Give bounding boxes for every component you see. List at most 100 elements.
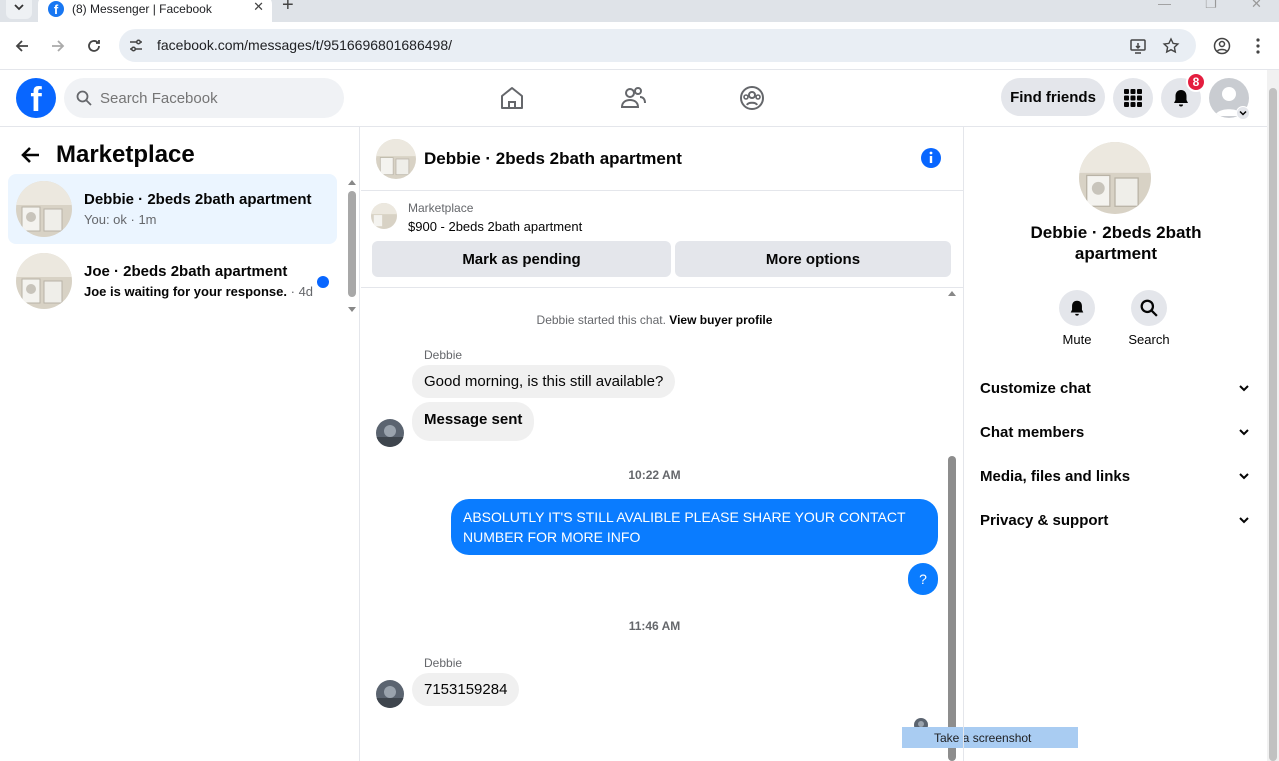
scroll-up-icon[interactable] <box>946 290 958 298</box>
back-icon[interactable] <box>12 36 32 56</box>
notification-count-badge: 8 <box>1186 72 1206 92</box>
window-close-icon[interactable]: ✕ <box>1251 0 1262 12</box>
conversation-list-scroll-thumb[interactable] <box>348 191 356 297</box>
conversation-item[interactable]: Debbie · 2beds 2bath apartment You: ok ·… <box>8 174 337 244</box>
search-in-chat-button[interactable]: Search <box>1119 290 1179 347</box>
tab-close-icon[interactable]: ✕ <box>253 0 264 15</box>
panel-title: Marketplace <box>56 141 195 168</box>
privacy-support-section[interactable]: Privacy & support <box>972 500 1260 540</box>
chat-scroll-thumb[interactable] <box>948 456 956 761</box>
search-button-circle[interactable] <box>1131 290 1167 326</box>
grid-icon <box>1124 89 1142 107</box>
chat-started-notice: Debbie started this chat. View buyer pro… <box>361 313 948 327</box>
profile-icon[interactable] <box>1212 36 1232 56</box>
listing-thumbnail <box>16 181 72 237</box>
contact-avatar[interactable] <box>1079 142 1151 214</box>
conversation-item[interactable]: Joe · 2beds 2bath apartment Joe is waiti… <box>8 246 337 316</box>
facebook-logo[interactable]: f <box>16 78 56 118</box>
home-icon[interactable] <box>498 84 526 112</box>
conversation-preview-text: Joe is waiting for your response. <box>84 284 287 299</box>
message-sender: Debbie <box>424 348 463 362</box>
conversation-list-panel: Marketplace Debbie · 2beds 2bath apartme… <box>0 127 360 761</box>
info-icon[interactable] <box>920 147 942 169</box>
facebook-logo-letter: f <box>30 81 42 118</box>
conversation-time: · 4d <box>290 284 314 299</box>
new-tab-icon[interactable]: + <box>282 0 294 17</box>
section-label: Chat members <box>980 423 1085 441</box>
sender-avatar[interactable] <box>376 680 404 708</box>
minimize-icon[interactable]: — <box>1158 0 1171 11</box>
page-scrollbar-thumb[interactable] <box>1269 88 1277 761</box>
browser-tab[interactable]: f (8) Messenger | Facebook ✕ <box>38 0 272 22</box>
search-facebook-box[interactable] <box>64 78 344 118</box>
back-arrow-icon[interactable] <box>20 144 42 166</box>
reload-icon[interactable] <box>84 36 104 56</box>
incoming-message[interactable]: 7153159284 <box>412 673 520 706</box>
browser-menu-icon[interactable] <box>1248 36 1268 56</box>
left-header: Marketplace <box>20 141 195 169</box>
forward-icon[interactable] <box>48 36 68 56</box>
chat-members-section[interactable]: Chat members <box>972 412 1260 452</box>
restore-icon[interactable]: ❐ <box>1205 0 1217 12</box>
contact-name: Debbie · 2beds 2bath apartment <box>1030 223 1202 263</box>
customize-chat-section[interactable]: Customize chat <box>972 368 1260 408</box>
mute-button[interactable]: Mute <box>1047 290 1107 347</box>
outgoing-message[interactable]: ? <box>908 563 938 595</box>
message-sender: Debbie <box>424 656 463 670</box>
mute-label: Mute <box>1062 332 1092 347</box>
media-files-links-section[interactable]: Media, files and links <box>972 456 1260 496</box>
search-icon <box>76 90 92 106</box>
bookmark-star-icon[interactable] <box>1162 37 1180 55</box>
chat-avatar[interactable] <box>376 138 416 179</box>
conversation-preview: Joe is waiting for your response. · 4d <box>84 284 313 299</box>
chat-panel: Debbie · 2beds 2bath apartment Marketpla… <box>361 127 1078 761</box>
bell-icon <box>1174 90 1188 107</box>
chat-title[interactable]: Debbie · 2beds 2bath apartment <box>424 149 682 169</box>
find-friends-button[interactable]: Find friends <box>1001 78 1105 116</box>
chat-scrollbar[interactable] <box>946 290 958 761</box>
scroll-down-icon[interactable] <box>347 305 357 313</box>
conversation-name: Joe · 2beds 2bath apartment <box>84 263 288 280</box>
marketplace-listing-bar: Marketplace $900 - 2beds 2bath apartment… <box>361 191 963 288</box>
unread-indicator <box>317 276 329 288</box>
search-facebook-input[interactable] <box>100 89 320 107</box>
url-text: facebook.com/messages/t/9516696801686498… <box>157 37 452 53</box>
sender-avatar[interactable] <box>376 419 404 447</box>
listing-price-title[interactable]: $900 - 2beds 2bath apartment <box>408 219 582 234</box>
section-label: Media, files and links <box>980 467 1131 485</box>
conversation-list-scrollbar[interactable] <box>347 179 357 313</box>
search-label: Search <box>1128 332 1170 347</box>
mark-as-pending-button[interactable]: Mark as pending <box>372 241 671 277</box>
mute-button-circle[interactable] <box>1059 290 1095 326</box>
account-caret-icon[interactable] <box>1236 106 1250 120</box>
groups-icon[interactable] <box>738 84 766 112</box>
tab-search-button[interactable] <box>6 0 32 19</box>
view-buyer-profile-link[interactable]: View buyer profile <box>669 313 772 327</box>
scroll-up-icon[interactable] <box>347 179 357 187</box>
section-label: Privacy & support <box>980 511 1109 529</box>
conversation-name: Debbie · 2beds 2bath apartment <box>84 191 312 208</box>
bell-icon <box>1070 300 1084 316</box>
chevron-down-icon <box>1239 385 1249 392</box>
install-app-icon[interactable] <box>1129 37 1147 55</box>
browser-toolbar: facebook.com/messages/t/9516696801686498… <box>0 22 1279 70</box>
listing-thumbnail <box>16 253 72 309</box>
chevron-down-icon <box>1239 473 1249 480</box>
friends-icon[interactable] <box>619 84 647 112</box>
more-options-button[interactable]: More options <box>675 241 951 277</box>
message-thread: Debbie started this chat. View buyer pro… <box>361 288 963 761</box>
incoming-message[interactable]: Good morning, is this still available? <box>412 365 676 398</box>
search-icon <box>1140 299 1158 317</box>
tab-title: (8) Messenger | Facebook <box>72 2 212 16</box>
site-info-icon[interactable] <box>127 37 145 55</box>
address-bar[interactable]: facebook.com/messages/t/9516696801686498… <box>119 29 1196 62</box>
outgoing-message[interactable]: ABSOLUTLY IT'S STILL AVALIBLE PLEASE SHA… <box>451 499 938 555</box>
page-scrollbar[interactable] <box>1267 70 1279 761</box>
timestamp: 10:22 AM <box>628 468 681 482</box>
conversation-preview: You: ok · 1m <box>84 212 157 227</box>
chevron-down-icon <box>14 4 24 11</box>
chevron-down-icon <box>1239 429 1249 436</box>
incoming-message[interactable]: Message sent <box>412 402 535 441</box>
menu-grid-button[interactable] <box>1113 78 1153 118</box>
section-label: Customize chat <box>980 379 1091 397</box>
